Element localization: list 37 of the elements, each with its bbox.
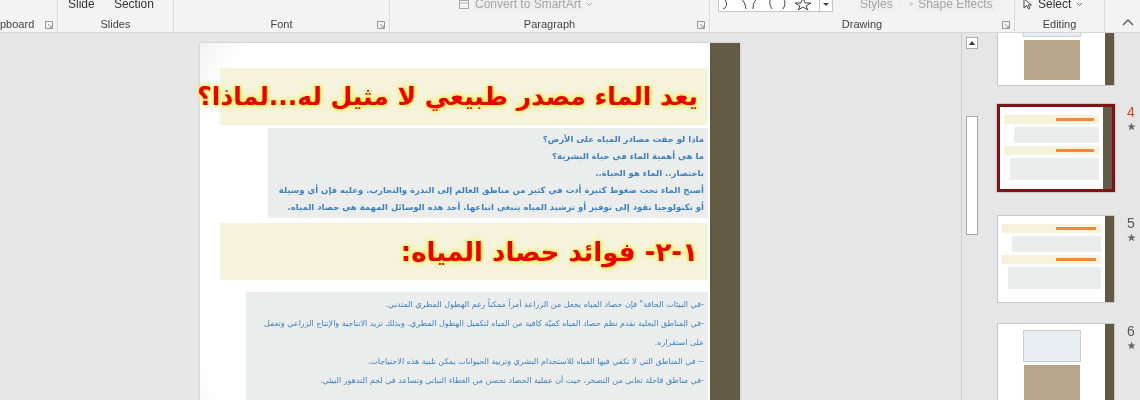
section-button[interactable]: Section <box>111 0 156 11</box>
scroll-thumb[interactable] <box>965 116 978 235</box>
star-icon <box>1126 233 1136 242</box>
select-button[interactable]: Select <box>1036 0 1074 11</box>
paragraph: أصبح الماء تحت ضغوط كثيرة أدت في كثير من مناطق العالم إلى الندرة والتحارب. وعليه فإن أي وسيلة أو تكنولوجيا تقود إلى توفير أو ترشيد المياه ينبغي اتباعها. أحد هذه الوسائل المهمة هي حصاد المياه. <box>277 183 704 215</box>
paragraph: ما هي أهمية الماء في حياة البشرية؟ <box>551 149 704 164</box>
group-label: Editing <box>1042 18 1077 30</box>
group-label: Slides <box>100 18 131 30</box>
bullet-paragraph: -في المناطق البعلية تقدم نظم حصاد المياه كميّة كافية من المياه لتكميل الهطول المطري. وبذلك تزيد الانتاجية والإنتاج الزراعي وتعمل على استقراره. <box>263 318 704 349</box>
group-label: Paragraph <box>523 18 576 30</box>
star-icon <box>1126 122 1136 131</box>
smartart-icon <box>457 0 470 10</box>
star-icon <box>1126 341 1136 350</box>
dialog-launcher-icon[interactable] <box>45 21 53 29</box>
slide-title: يعد الماء مصدر طبيعي لا مثيل له...لماذا؟ <box>197 82 698 111</box>
collapse-ribbon-icon[interactable] <box>1122 18 1134 26</box>
paragraph: ماذا لو جفت مصادر المياه على الأرض؟ <box>541 133 704 147</box>
new-slide-button[interactable]: Slide <box>66 0 97 11</box>
scroll-up-icon[interactable] <box>965 37 978 49</box>
shape-gallery[interactable] <box>718 0 833 12</box>
group-label: Font <box>270 18 293 30</box>
slide-number: 4 <box>1127 104 1135 120</box>
slide-heading: ١-٢- فوائد حصاد المياه: <box>400 236 698 267</box>
slide-thumbnail[interactable] <box>997 104 1115 192</box>
dialog-launcher-icon[interactable] <box>697 21 705 29</box>
slide-number: 6 <box>1127 323 1135 339</box>
paragraph: باختصار.. الماء هو الحياة.. <box>594 167 704 181</box>
more-icon[interactable] <box>822 0 830 8</box>
bullet-paragraph: -في مناطق قاحلة تعاني من التصحر، حيث أن عملية الحصاد تحسن من الغطاء النباتي وتساعد في لجم التدهور البيئي. <box>319 374 704 387</box>
caret-icon[interactable] <box>1076 1 1084 7</box>
bullet-paragraph: -في البيئات الجافة" فإن حصاد المياه يجعل من الزراعة أمراً ممكناً رغم الهطول المطري المتدني. <box>384 297 704 311</box>
dialog-launcher-icon[interactable] <box>1002 21 1010 29</box>
dialog-launcher-icon[interactable] <box>377 21 385 29</box>
slide-number: 5 <box>1127 215 1135 231</box>
bullet-paragraph: -- في المناطق التي لا تكفي فيها المياه للاستخدام البشري وتربية الحيوانات يمكن تلبية هذه الاحتياجات. <box>366 356 704 368</box>
group-label: Drawing <box>841 18 883 30</box>
group-label: pboard <box>0 18 35 30</box>
